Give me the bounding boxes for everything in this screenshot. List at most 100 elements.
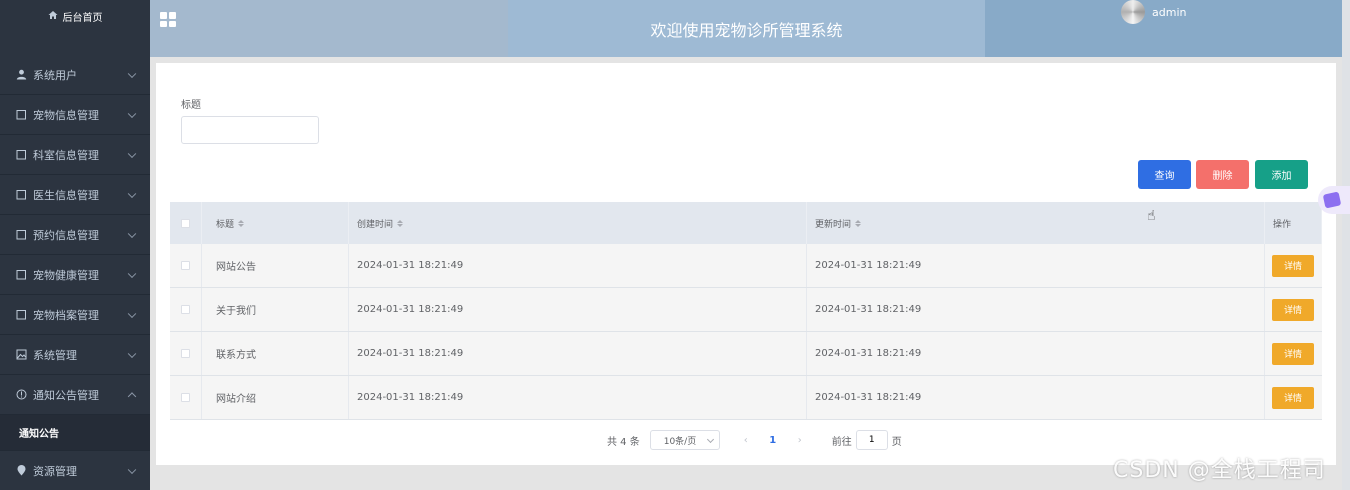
sidebar-item-pet-records[interactable]: 宠物档案管理 [0,295,150,335]
sidebar-home[interactable]: 后台首页 [0,0,150,32]
row-updated: 2024-01-31 18:21:49 [807,288,1265,331]
sidebar-item-appointment-info[interactable]: 预约信息管理 [0,215,150,255]
row-checkbox[interactable] [181,393,190,402]
chevron-down-icon [127,229,137,238]
chevron-down-icon [127,149,137,158]
row-checkbox[interactable] [181,349,190,358]
page-title: 欢迎使用宠物诊所管理系统 [650,20,843,40]
location-icon [15,465,28,476]
delete-button[interactable]: 删除 [1196,160,1249,189]
sort-icon[interactable] [397,219,404,227]
column-header-updated[interactable]: 更新时间 [807,202,1265,244]
sidebar-item-pet-health[interactable]: 宠物健康管理 [0,255,150,295]
menu-grid-icon[interactable] [160,12,176,27]
doc-icon [15,189,28,200]
sidebar-item-department-info[interactable]: 科室信息管理 [0,135,150,175]
assistant-icon [1322,191,1342,209]
row-title: 网站公告 [202,244,349,287]
sidebar-subitem-notice[interactable]: 通知公告 [0,415,150,451]
row-checkbox[interactable] [181,261,190,270]
doc-icon [15,149,28,160]
chevron-down-icon [127,69,137,78]
table-row: 网站介绍 2024-01-31 18:21:49 2024-01-31 18:2… [170,376,1322,420]
chevron-down-icon [706,435,714,444]
detail-button[interactable]: 详情 [1272,254,1314,277]
header-title-area: 欢迎使用宠物诊所管理系统 [508,0,985,57]
table-row: 网站公告 2024-01-31 18:21:49 2024-01-31 18:2… [170,244,1322,288]
sidebar-item-label: 宠物健康管理 [33,268,99,282]
row-updated: 2024-01-31 18:21:49 [807,332,1265,375]
header-checkbox-cell [170,202,202,244]
sidebar-item-system-users[interactable]: 系统用户 [0,55,150,95]
search-title-input[interactable] [181,116,319,144]
sidebar-item-label: 系统管理 [33,348,77,362]
select-all-checkbox[interactable] [181,218,190,228]
doc-icon [15,109,28,120]
row-checkbox-cell [170,244,202,287]
page-size-select[interactable]: 10条/页 [649,430,720,450]
row-updated: 2024-01-31 18:21:49 [807,244,1265,287]
row-checkbox[interactable] [181,305,190,314]
sort-icon[interactable] [238,219,245,227]
table-row: 联系方式 2024-01-31 18:21:49 2024-01-31 18:2… [170,332,1322,376]
avatar[interactable] [1121,0,1145,24]
chevron-down-icon [127,269,137,278]
notice-table: 标题 创建时间 更新时间 操作 网站公告 2024-01-31 18:21:49… [170,202,1322,420]
column-header-created[interactable]: 创建时间 [349,202,807,244]
header-user-area: admin [985,0,1342,57]
top-header: 欢迎使用宠物诊所管理系统 admin [150,0,1342,57]
chevron-down-icon [127,465,137,474]
sidebar-item-label: 资源管理 [33,464,77,478]
prev-page-icon[interactable]: ‹ [734,435,758,446]
user-name[interactable]: admin [1152,6,1186,19]
goto-label: 前往 [831,436,852,448]
sidebar-item-label: 医生信息管理 [33,188,99,202]
home-icon [48,10,58,23]
sidebar-home-label: 后台首页 [62,12,103,24]
row-created: 2024-01-31 18:21:49 [349,376,807,419]
detail-button[interactable]: 详情 [1272,342,1314,365]
add-button[interactable]: 添加 [1255,160,1308,189]
column-updated-label: 更新时间 [815,219,852,230]
doc-icon [15,269,28,280]
page-number[interactable]: 1 [758,435,788,446]
sidebar-item-resource-management[interactable]: 资源管理 [0,451,150,490]
row-ops: 详情 [1265,332,1322,375]
sidebar-item-doctor-info[interactable]: 医生信息管理 [0,175,150,215]
row-title: 联系方式 [202,332,349,375]
row-ops: 详情 [1265,244,1322,287]
table-row: 关于我们 2024-01-31 18:21:49 2024-01-31 18:2… [170,288,1322,332]
doc-icon [15,229,28,240]
next-page-icon[interactable]: › [788,435,812,446]
doc-icon [15,309,28,320]
detail-button[interactable]: 详情 [1272,386,1314,409]
sidebar-item-system-management[interactable]: 系统管理 [0,335,150,375]
pagination-total: 共 4 条 [607,436,640,448]
page-scrollbar[interactable] [1342,0,1350,490]
sidebar-item-label: 系统用户 [33,68,77,82]
row-checkbox-cell [170,288,202,331]
sort-icon[interactable] [855,219,862,227]
column-title-label: 标题 [216,219,235,230]
floating-assistant-button[interactable] [1318,186,1350,214]
sidebar-subitem-label: 通知公告 [19,429,59,440]
sidebar-item-pet-info[interactable]: 宠物信息管理 [0,95,150,135]
row-checkbox-cell [170,332,202,375]
main-panel: 标题 查询 删除 添加 标题 创建时间 更新时间 操作 网站公告 2024-01… [156,63,1336,465]
watermark: CSDN @全栈工程司 [1113,458,1326,483]
goto-page-input[interactable] [855,430,888,450]
row-title: 关于我们 [202,288,349,331]
search-title-label: 标题 [181,100,201,111]
page-unit-label: 页 [891,436,902,448]
detail-button[interactable]: 详情 [1272,298,1314,321]
chevron-up-icon [127,391,137,401]
column-header-title[interactable]: 标题 [202,202,349,244]
sidebar: 后台首页 系统用户 宠物信息管理 科室信息管理 医生信息管理 预约信息管理 宠物… [0,0,150,490]
sidebar-item-label: 宠物档案管理 [33,308,99,322]
sidebar-item-notice-management[interactable]: 通知公告管理 [0,375,150,415]
row-updated: 2024-01-31 18:21:49 [807,376,1265,419]
sidebar-item-label: 科室信息管理 [33,148,99,162]
pagination: 共 4 条 10条/页 ‹ 1 › 前往 页 [607,430,902,450]
chevron-down-icon [127,109,137,118]
query-button[interactable]: 查询 [1138,160,1191,189]
